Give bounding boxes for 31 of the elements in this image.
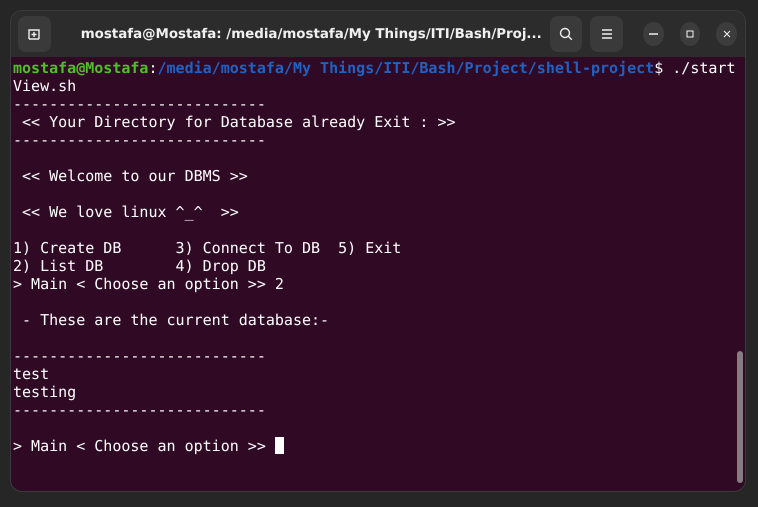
terminal-line: << We love linux ^_^ >> [21,203,239,221]
close-icon [720,28,733,40]
command-text: $ ./start [654,59,736,77]
maximize-icon [684,28,696,40]
terminal-line: ---------------------------- [13,131,266,149]
scrollbar-thumb[interactable] [737,351,744,483]
close-button[interactable] [716,22,737,46]
new-tab-button[interactable] [18,16,51,52]
terminal-line: << Welcome to our DBMS >> [21,167,248,185]
terminal-line: > Main < Choose an option >> 2 [13,275,284,293]
terminal-line: ---------------------------- [13,347,266,365]
minimize-icon [648,33,658,35]
terminal-line: 2) List DB 4) Drop DB [13,257,266,275]
prompt-user: mostafa@Mostafa [13,59,148,77]
maximize-button[interactable] [680,22,700,46]
terminal-line: << Your Directory for Database already Exit : >> [21,113,456,131]
terminal-line: - These are the current database:- [21,311,330,329]
terminal-line: 1) Create DB 3) Connect To DB 5) Exit [13,239,402,257]
terminal-line: ---------------------------- [13,95,266,113]
search-icon [558,26,574,42]
search-button[interactable] [550,16,582,52]
terminal-line: ---------------------------- [13,401,266,419]
menu-button[interactable] [590,16,624,52]
prompt-path: /media/mostafa/My Things/ITI/Bash/Project/shell-project [158,59,654,77]
minimize-button[interactable] [643,22,664,46]
terminal-line: View.sh [13,77,76,95]
terminal-line: > Main < Choose an option >> [13,437,267,455]
terminal-line: testing [13,383,76,401]
prompt-separator: : [148,59,158,77]
window-title: mostafa@Mostafa: /media/mostafa/My Things/ITI/Bash/Proj... [80,26,542,42]
terminal-line: test [13,365,50,383]
